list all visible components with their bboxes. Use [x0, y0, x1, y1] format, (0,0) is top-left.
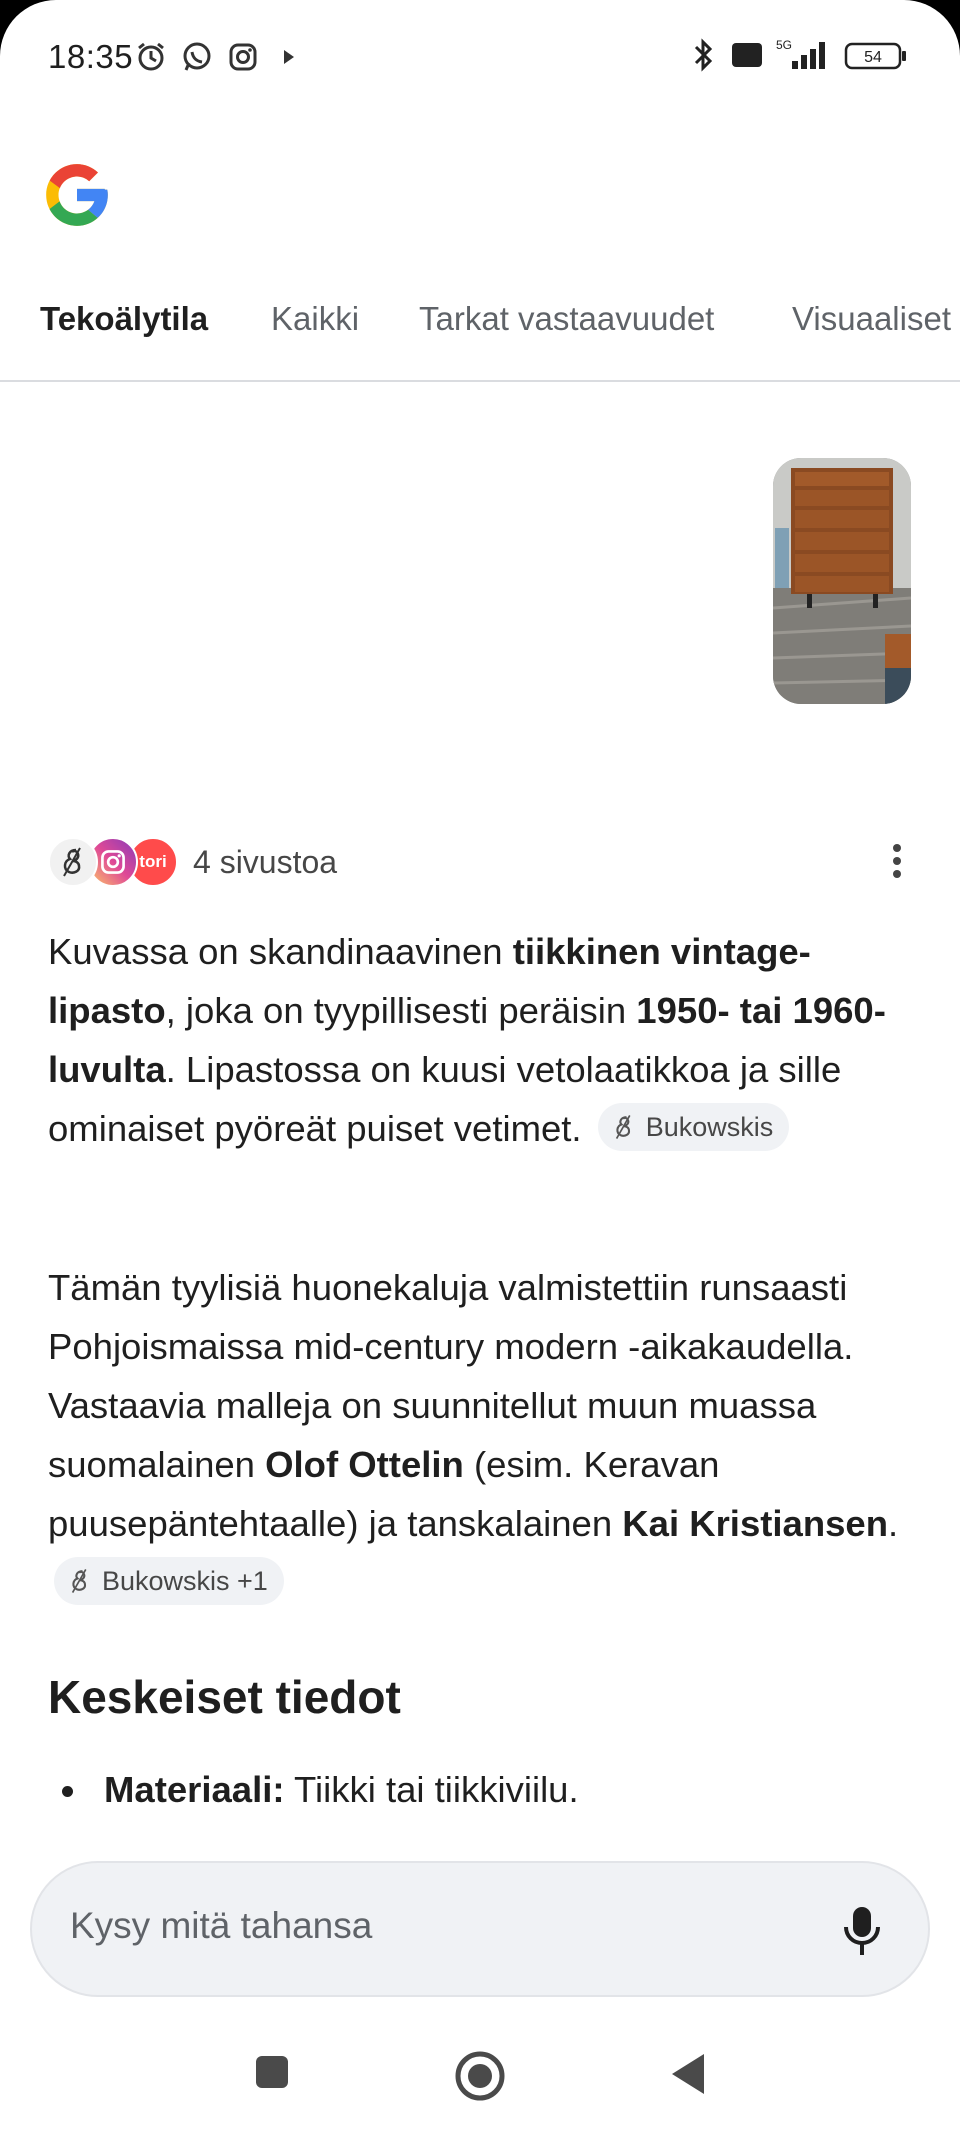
whatsapp-icon: [180, 40, 214, 74]
ask-anything-input[interactable]: Kysy mitä tahansa: [30, 1861, 930, 1997]
bukowskis-icon: [615, 1115, 631, 1140]
answer-text: Kuvassa on skandinaavinen: [48, 931, 513, 972]
instagram-icon: [226, 40, 260, 74]
answer-paragraph-2: Tämän tyylisiä huonekaluja valmistettiin…: [48, 1258, 916, 1612]
notification-icons: [134, 40, 306, 74]
microphone-icon[interactable]: [840, 1903, 884, 1959]
answer-text: .: [888, 1503, 899, 1544]
square-icon: [256, 2056, 288, 2088]
battery-icon: 54: [844, 38, 908, 72]
back-triangle-icon: [672, 2054, 704, 2094]
source-favicons: tori: [48, 834, 178, 890]
status-time: 18:35: [48, 38, 134, 75]
network-label: 5G: [776, 38, 792, 52]
screen: 18:35 5G 54 Tekoälytila Kaikki Tarkat va…: [0, 0, 960, 2133]
sources-count[interactable]: 4 sivustoa: [193, 844, 337, 881]
tab-exact-matches[interactable]: Tarkat vastaavuudet: [419, 300, 714, 338]
home-button[interactable]: [454, 2050, 506, 2107]
google-logo[interactable]: [40, 158, 114, 232]
bukowskis-icon: [48, 837, 98, 887]
tab-visual-matches[interactable]: Visuaaliset: [792, 300, 951, 338]
alarm-icon: [134, 40, 168, 74]
source-chip-label: Bukowskis: [645, 1112, 774, 1143]
home-circle-icon: [455, 2051, 505, 2101]
search-mode-tabs: Tekoälytila Kaikki Tarkat vastaavuudet V…: [0, 290, 960, 382]
bluetooth-icon: [686, 38, 720, 72]
list-item-label: Materiaali:: [104, 1769, 285, 1810]
battery-level: 54: [864, 49, 882, 66]
volte-icon: [730, 38, 764, 72]
source-chip-label: Bukowskis +1: [102, 1566, 268, 1597]
bukowskis-icon: [71, 1569, 87, 1594]
tab-ai-mode[interactable]: Tekoälytila: [40, 300, 208, 338]
tab-all[interactable]: Kaikki: [271, 300, 359, 338]
answer-paragraph-1: Kuvassa on skandinaavinen tiikkinen vint…: [48, 922, 916, 1158]
source-chip-bukowskis[interactable]: Bukowskis: [597, 1103, 790, 1152]
answer-bold: Kai Kristiansen: [622, 1503, 889, 1544]
list-item-text: Tiikki tai tiikkiviilu.: [284, 1769, 579, 1810]
sources-row[interactable]: tori 4 sivustoa: [48, 834, 908, 890]
status-bar: 18:35 5G 54: [0, 0, 960, 120]
system-icons: 5G 54: [686, 38, 908, 72]
answer-text: , joka on tyypillisesti peräisin: [165, 990, 637, 1031]
list-item: Materiaali: Tiikki tai tiikkiviilu.: [48, 1762, 908, 1818]
play-icon: [272, 40, 306, 74]
section-heading: Keskeiset tiedot: [48, 1671, 401, 1723]
more-options-icon[interactable]: [892, 844, 902, 880]
search-placeholder: Kysy mitä tahansa: [70, 1905, 373, 1946]
query-image-thumbnail[interactable]: [773, 458, 911, 704]
answer-bold: Olof Ottelin: [265, 1444, 464, 1485]
source-chip-bukowskis-plus[interactable]: Bukowskis +1: [54, 1557, 284, 1606]
back-button[interactable]: [668, 2050, 708, 2103]
recents-button[interactable]: [252, 2052, 292, 2097]
system-nav-bar: [0, 2030, 960, 2133]
signal-5g-icon: 5G: [774, 38, 834, 72]
tori-label: tori: [139, 852, 167, 871]
